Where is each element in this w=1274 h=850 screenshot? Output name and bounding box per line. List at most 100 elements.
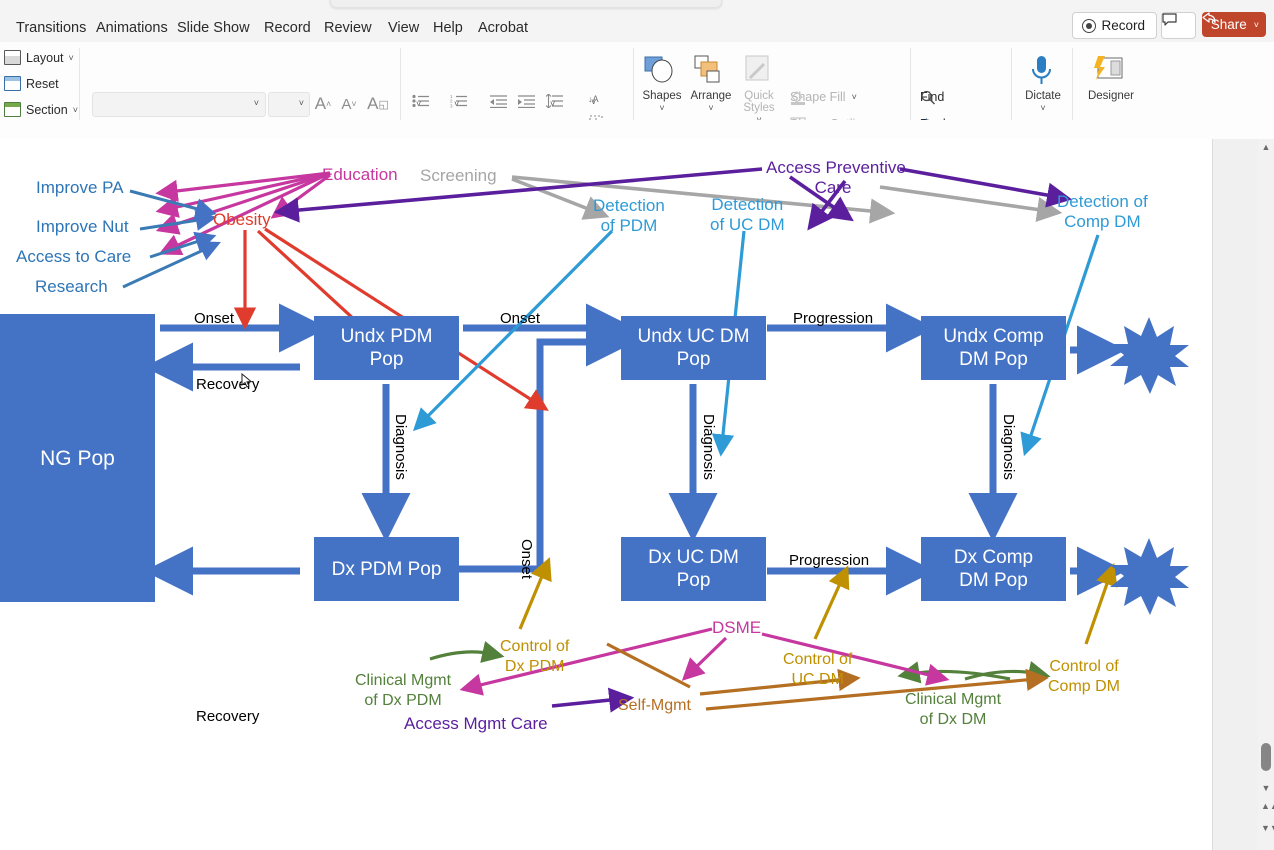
svg-text:↓A: ↓A [588,94,599,104]
previous-slide-button[interactable]: ▲▲ [1261,802,1274,811]
comments-button[interactable] [1161,12,1196,39]
label-control-of-comp-dm[interactable]: Control of Comp DM [1048,657,1120,697]
chevron-down-icon: ˅ [72,104,78,115]
label-access-preventive-care[interactable]: Access Preventive Care [766,158,906,198]
decrease-indent-icon [490,95,507,108]
label-research[interactable]: Research [35,277,108,297]
microphone-icon [1018,54,1068,88]
shape-fill-icon [791,91,805,105]
bullets-button[interactable]: ˅ [412,94,429,114]
record-dot-icon [1082,18,1097,33]
numbering-icon: 123 [450,94,467,108]
clear-formatting-button[interactable]: A ◱ [367,94,389,114]
label-diagnosis-3[interactable]: Diagnosis [998,414,1018,480]
label-onset-vertical[interactable]: Onset [516,539,536,579]
line-spacing-button[interactable]: ˅ [546,94,563,114]
font-size-input[interactable]: ˅ [268,92,310,117]
record-button[interactable]: Record [1072,12,1157,39]
label-obesity[interactable]: Obesity [213,210,271,230]
scroll-down-arrow[interactable]: ▼ [1261,784,1271,793]
quick-styles-icon [734,54,784,88]
label-screening[interactable]: Screening [420,166,497,186]
label-diagnosis-1[interactable]: Diagnosis [390,414,410,480]
arrange-button[interactable]: Arrange ˅ [686,54,736,114]
tab-slide-show[interactable]: Slide Show [169,14,258,42]
slide-canvas[interactable]: NG Pop Undx PDM Pop Undx UC DM Pop Undx … [0,139,1213,850]
clear-formatting-glyph: A [367,94,379,113]
label-diagnosis-2[interactable]: Diagnosis [698,414,718,480]
record-label: Record [1101,18,1145,33]
shapes-icon [637,54,687,88]
shrink-font-button[interactable]: A ˅ [340,94,358,114]
tab-transitions[interactable]: Transitions [8,14,94,42]
layout-button[interactable]: Layout ˅ [4,50,74,65]
shrink-font-glyph: A [341,95,352,113]
label-access-to-care[interactable]: Access to Care [16,247,131,267]
node-undx-uc-dm-pop[interactable]: Undx UC DM Pop [621,316,766,380]
tab-review[interactable]: Review [316,14,380,42]
label-improve-nut[interactable]: Improve Nut [36,217,129,237]
diagram-connectors [122,167,1189,713]
find-button[interactable]: Find [920,90,944,105]
node-undx-pdm-pop[interactable]: Undx PDM Pop [314,316,459,380]
label-recovery-2[interactable]: Recovery [196,707,259,727]
numbering-button[interactable]: 123 ˅ [450,94,467,114]
share-chevron-icon[interactable]: ˅ [1254,20,1259,30]
label-detection-pdm[interactable]: Detection of PDM [593,196,665,236]
label-self-mgmt[interactable]: Self-Mgmt [618,696,691,716]
label-control-of-uc-dm[interactable]: Control of UC DM [783,650,852,690]
tab-acrobat[interactable]: Acrobat [470,14,536,42]
group-divider [79,48,80,126]
section-button[interactable]: Section ˅ [4,102,78,117]
label-progression-1[interactable]: Progression [793,309,873,329]
tab-animations[interactable]: Animations [88,14,176,42]
grow-font-button[interactable]: A ˄ [314,94,332,114]
reset-button[interactable]: Reset [4,76,59,91]
label-detection-comp-dm[interactable]: Detection of Comp DM [1057,192,1148,232]
tab-view[interactable]: View [380,14,427,42]
label-education[interactable]: Education [322,165,398,185]
group-divider [400,48,401,126]
section-icon [4,102,21,117]
bullets-icon [412,94,429,108]
dictate-button[interactable]: Dictate ˅ [1018,54,1068,114]
label-clinical-mgmt-of-dx-pdm[interactable]: Clinical Mgmt of Dx PDM [355,671,451,711]
tab-help[interactable]: Help [425,14,471,42]
label-onset-1[interactable]: Onset [194,309,234,329]
font-name-input[interactable]: ˅ [92,92,266,117]
node-undx-comp-dm-pop[interactable]: Undx Comp DM Pop [921,316,1066,380]
share-button[interactable]: Share ˅ [1201,12,1266,37]
label-clinical-mgmt-of-dx-dm[interactable]: Clinical Mgmt of Dx DM [905,690,1001,730]
shape-fill-button: Shape Fill ˅ [790,90,857,105]
scrollbar-thumb[interactable] [1261,743,1271,771]
text-direction-button[interactable]: ↓A ˅ [588,92,599,112]
search-box-remnant[interactable] [330,0,722,8]
label-detection-uc-dm[interactable]: Detection of UC DM [710,195,785,235]
quick-styles-button: Quick Styles ˅ [734,54,784,126]
scroll-up-arrow[interactable]: ▲ [1261,143,1271,152]
arrange-icon [686,54,736,88]
label-control-of-dx-pdm[interactable]: Control of Dx PDM [500,637,569,677]
node-dx-pdm-pop[interactable]: Dx PDM Pop [314,537,459,601]
shapes-button[interactable]: Shapes ˅ [637,54,687,114]
node-ng-pop[interactable]: NG Pop [0,314,155,602]
label-onset-2[interactable]: Onset [500,309,540,329]
node-dx-comp-dm-pop[interactable]: Dx Comp DM Pop [921,537,1066,601]
tab-record[interactable]: Record [256,14,319,42]
next-slide-button[interactable]: ▼▼ [1261,824,1274,833]
dictate-label: Dictate [1025,90,1061,102]
line-spacing-icon [546,94,563,108]
quick-styles-label-2: Styles [743,102,775,114]
search-icon [921,90,935,105]
label-dsme[interactable]: DSME [712,618,761,638]
label-access-mgmt-care[interactable]: Access Mgmt Care [404,714,548,734]
label-improve-pa[interactable]: Improve PA [36,178,124,198]
vertical-scrollbar[interactable]: ▲ ▼ ▲▲ ▼▼ [1258,139,1274,850]
group-divider [910,48,911,126]
comment-icon [1162,13,1177,26]
label-progression-2[interactable]: Progression [789,551,869,571]
right-gutter: ▲ ▼ ▲▲ ▼▼ [1213,139,1274,850]
designer-button[interactable]: Designer [1080,54,1142,102]
group-divider [633,48,634,126]
node-dx-uc-dm-pop[interactable]: Dx UC DM Pop [621,537,766,601]
